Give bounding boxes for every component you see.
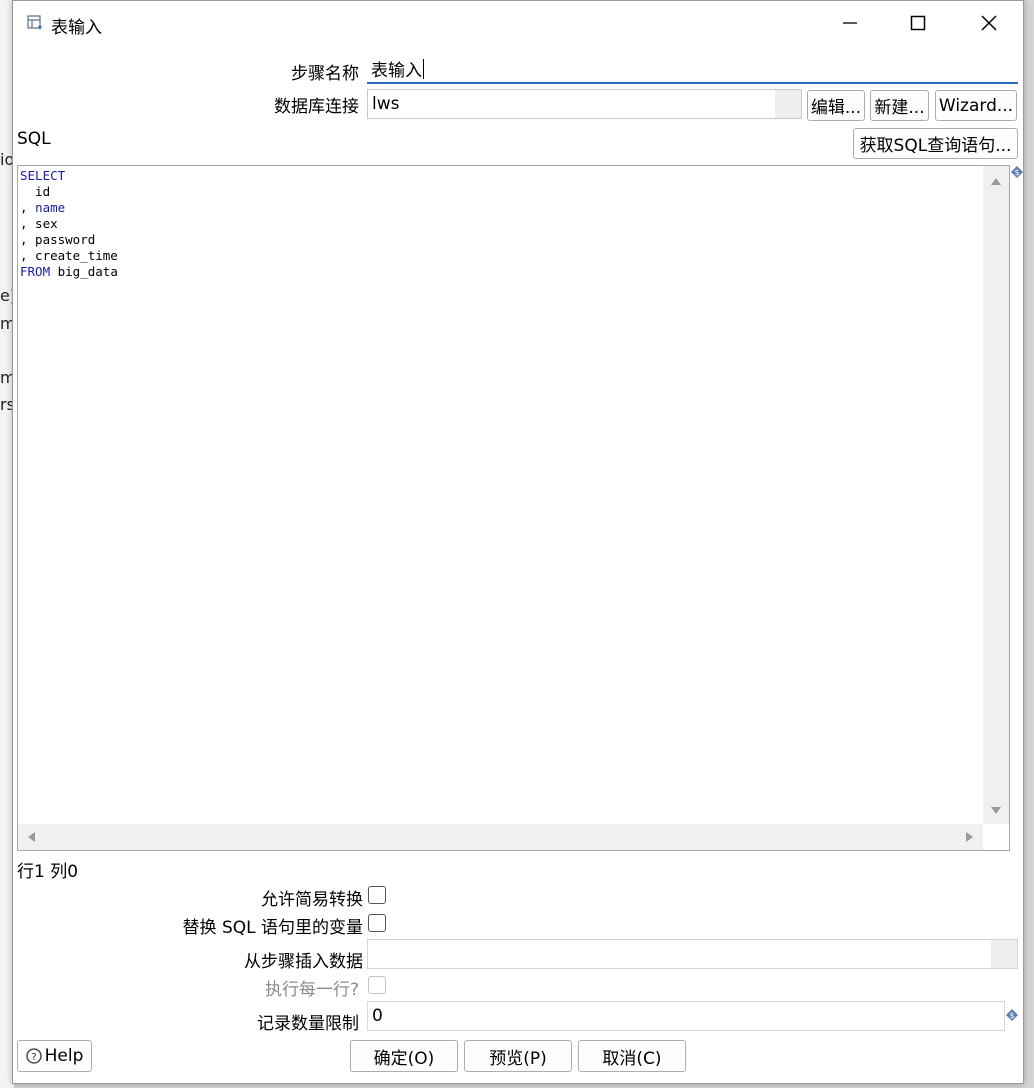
horizontal-scrollbar[interactable] — [18, 824, 983, 850]
svg-text:?: ? — [31, 1052, 36, 1063]
replace-variables-checkbox[interactable] — [368, 914, 386, 932]
lazy-conversion-checkbox[interactable] — [368, 886, 386, 904]
lazy-conversion-label: 允许简易转换 — [261, 890, 363, 910]
help-label: Help — [44, 1046, 84, 1066]
close-icon — [981, 15, 997, 31]
title-bar[interactable]: 表输入 — [13, 1, 1023, 45]
get-sql-button[interactable]: 获取SQL查询语句... — [853, 128, 1018, 159]
minimize-icon — [843, 22, 857, 24]
cursor-position-status: 行1 列0 — [17, 862, 79, 882]
sql-line: , password — [20, 232, 96, 247]
limit-label: 记录数量限制 — [257, 1014, 359, 1034]
svg-text:$: $ — [1009, 1011, 1014, 1020]
dropdown-arrow-icon[interactable] — [991, 940, 1017, 968]
vertical-scrollbar[interactable] — [983, 166, 1009, 824]
sql-keyword: FROM — [20, 264, 51, 279]
wizard-button[interactable]: Wizard... — [935, 90, 1017, 121]
ok-button[interactable]: 确定(O) — [350, 1040, 458, 1072]
close-button[interactable] — [966, 5, 1012, 41]
db-connection-select[interactable]: lws — [367, 89, 802, 119]
scrollbar-corner — [983, 824, 1009, 850]
variable-icon: $ — [1006, 1009, 1018, 1021]
scroll-down-icon[interactable] — [990, 806, 1002, 816]
insert-from-step-label: 从步骤插入数据 — [244, 952, 363, 972]
sql-line: id — [20, 184, 51, 199]
limit-value: 0 — [372, 1006, 383, 1026]
scroll-up-icon[interactable] — [990, 176, 1002, 186]
step-name-input[interactable]: 表输入 — [367, 55, 1018, 84]
maximize-button[interactable] — [895, 5, 941, 41]
execute-each-row-label: 执行每一行? — [264, 980, 359, 1000]
sql-editor[interactable]: SELECT id , name , sex , password , crea… — [17, 165, 1010, 851]
sql-line: big_data — [50, 264, 118, 279]
sql-line: , create_time — [20, 248, 118, 263]
table-input-icon — [27, 15, 42, 30]
execute-each-row-checkbox — [368, 976, 386, 994]
step-name-label: 步骤名称 — [291, 64, 359, 84]
variable-icon: $ — [1011, 166, 1023, 178]
svg-text:$: $ — [1014, 168, 1019, 177]
help-icon: ? — [25, 1048, 42, 1064]
limit-input[interactable]: 0 — [367, 1001, 1005, 1031]
sql-line: , sex — [20, 216, 58, 231]
table-input-dialog: 表输入 步骤名称 表输入 数据库连接 lws 编辑... 新建... Wizar… — [12, 0, 1024, 1084]
help-button[interactable]: ? Help — [17, 1040, 92, 1072]
maximize-icon — [910, 15, 926, 31]
sql-code[interactable]: SELECT id , name , sex , password , crea… — [20, 168, 118, 280]
cancel-button[interactable]: 取消(C) — [578, 1040, 686, 1072]
sql-keyword: name — [35, 200, 66, 215]
insert-from-step-select[interactable] — [367, 939, 1018, 969]
step-name-value: 表输入 — [371, 61, 422, 81]
replace-variables-label: 替换 SQL 语句里的变量 — [182, 918, 363, 938]
new-connection-button[interactable]: 新建... — [870, 90, 929, 121]
sql-label: SQL — [17, 129, 51, 149]
dropdown-arrow-icon[interactable] — [775, 90, 801, 118]
preview-button[interactable]: 预览(P) — [464, 1040, 572, 1072]
db-connection-value: lws — [372, 94, 400, 114]
sql-keyword: SELECT — [20, 168, 66, 183]
scroll-left-icon[interactable] — [26, 831, 36, 843]
minimize-button[interactable] — [827, 5, 873, 41]
scroll-right-icon[interactable] — [965, 831, 975, 843]
edit-connection-button[interactable]: 编辑... — [807, 90, 865, 121]
window-title: 表输入 — [51, 18, 102, 38]
db-connection-label: 数据库连接 — [274, 97, 359, 117]
sql-line: , — [20, 200, 36, 215]
text-cursor — [423, 58, 424, 79]
